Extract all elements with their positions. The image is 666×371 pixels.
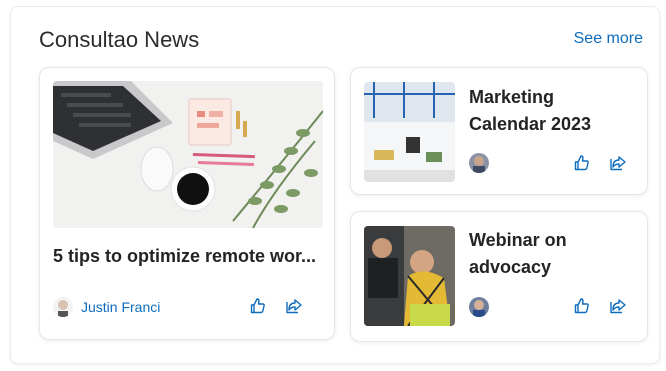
news-card-featured[interactable]: 5 tips to optimize remote wor... Justin … [39,67,335,340]
author-avatar[interactable] [53,297,73,317]
article-actions [249,297,303,315]
article-actions [573,154,627,172]
thumbs-up-icon[interactable] [573,297,591,315]
article-image-people[interactable] [364,226,455,326]
share-icon[interactable] [609,154,627,172]
article-actions [573,297,627,315]
share-icon[interactable] [285,297,303,315]
share-icon[interactable] [609,297,627,315]
thumbs-up-icon[interactable] [573,154,591,172]
author-name[interactable]: Justin Franci [81,299,160,315]
news-card-webinar[interactable]: Webinar on advocacy [350,211,648,342]
article-title[interactable]: Marketing Calendar 2023 [469,84,629,138]
author-row: Justin Franci [53,297,160,317]
news-card-marketing[interactable]: Marketing Calendar 2023 [350,67,648,195]
news-webpart: Consultao News See more 5 tips to optimi… [10,6,660,364]
author-avatar[interactable] [469,153,489,173]
article-image-office[interactable] [364,82,455,182]
article-image-laptop-desk[interactable] [53,81,323,228]
webpart-title: Consultao News [39,27,200,52]
thumbs-up-icon[interactable] [249,297,267,315]
article-title[interactable]: Webinar on advocacy [469,227,629,281]
see-more-link[interactable]: See more [574,30,643,48]
author-avatar[interactable] [469,297,489,317]
article-title[interactable]: 5 tips to optimize remote wor... [53,246,325,267]
